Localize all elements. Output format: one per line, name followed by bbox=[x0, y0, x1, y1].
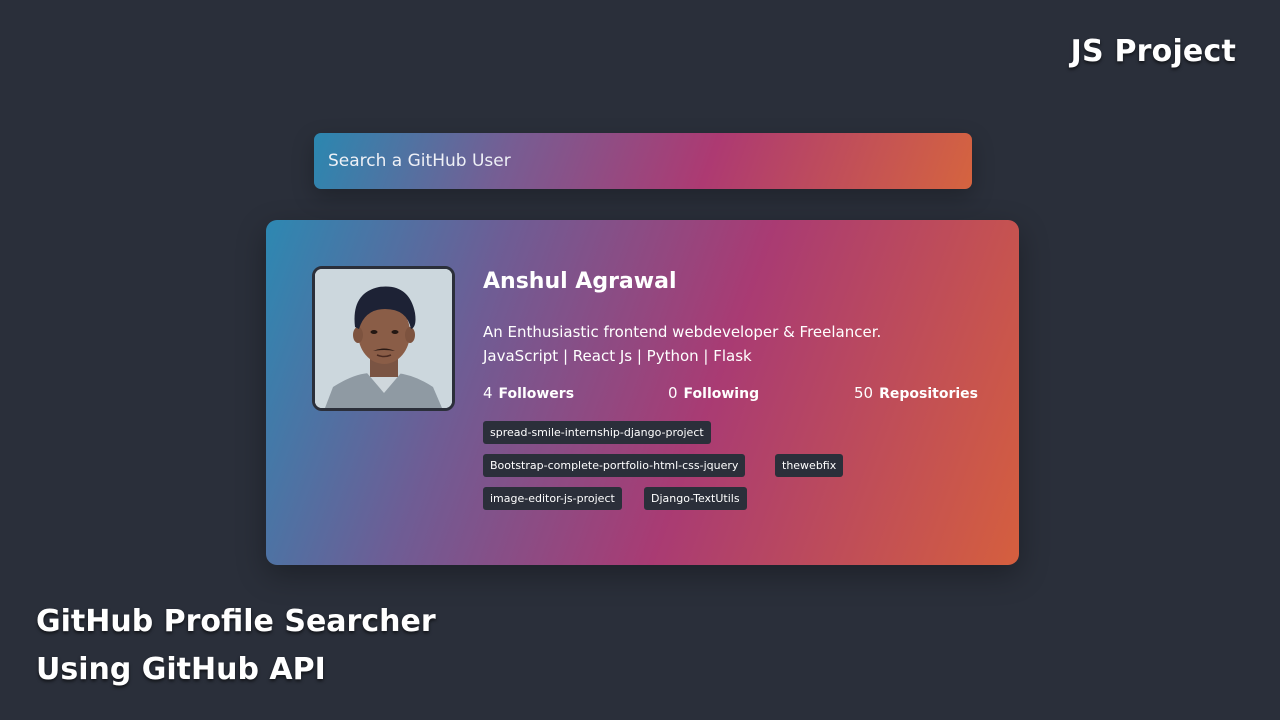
video-caption: GitHub Profile Searcher Using GitHub API bbox=[36, 598, 436, 694]
repo-link[interactable]: Django-TextUtils bbox=[644, 487, 747, 510]
page: JS Project Search a GitHub User Anshul A… bbox=[0, 0, 1280, 720]
followers-count: 4 bbox=[483, 384, 493, 402]
profile-name: Anshul Agrawal bbox=[483, 269, 677, 294]
followers-stat: 4 Followers bbox=[483, 384, 574, 402]
repo-list: spread-smile-internship-django-project B… bbox=[483, 421, 973, 520]
avatar bbox=[312, 266, 455, 411]
repositories-label: Repositories bbox=[879, 386, 978, 402]
profile-bio: An Enthusiastic frontend webdeveloper & … bbox=[483, 320, 953, 368]
repo-row: Bootstrap-complete-portfolio-html-css-jq… bbox=[483, 454, 973, 487]
repo-row: image-editor-js-project Django-TextUtils bbox=[483, 487, 973, 520]
search-input[interactable] bbox=[314, 133, 972, 189]
following-stat: 0 Following bbox=[668, 384, 759, 402]
repo-link[interactable]: Bootstrap-complete-portfolio-html-css-jq… bbox=[483, 454, 746, 477]
repo-link[interactable]: spread-smile-internship-django-project bbox=[483, 421, 711, 444]
caption-line: Using GitHub API bbox=[36, 652, 326, 687]
following-count: 0 bbox=[668, 384, 678, 402]
following-label: Following bbox=[683, 386, 760, 402]
caption-line: GitHub Profile Searcher bbox=[36, 604, 436, 639]
profile-stats: 4 Followers 0 Following 50 Repositories bbox=[483, 384, 978, 404]
profile-card: Anshul Agrawal An Enthusiastic frontend … bbox=[266, 220, 1019, 565]
followers-label: Followers bbox=[498, 386, 575, 402]
repo-row: spread-smile-internship-django-project bbox=[483, 421, 973, 454]
repositories-stat: 50 Repositories bbox=[854, 384, 978, 402]
repo-link[interactable]: image-editor-js-project bbox=[483, 487, 622, 510]
avatar-image bbox=[315, 269, 452, 408]
repo-link[interactable]: thewebfix bbox=[775, 454, 844, 477]
bio-line: An Enthusiastic frontend webdeveloper & … bbox=[483, 323, 882, 341]
search-bar bbox=[314, 133, 972, 189]
repositories-count: 50 bbox=[854, 384, 874, 402]
bio-line: JavaScript | React Js | Python | Flask bbox=[483, 347, 752, 365]
corner-title: JS Project bbox=[1070, 34, 1236, 69]
